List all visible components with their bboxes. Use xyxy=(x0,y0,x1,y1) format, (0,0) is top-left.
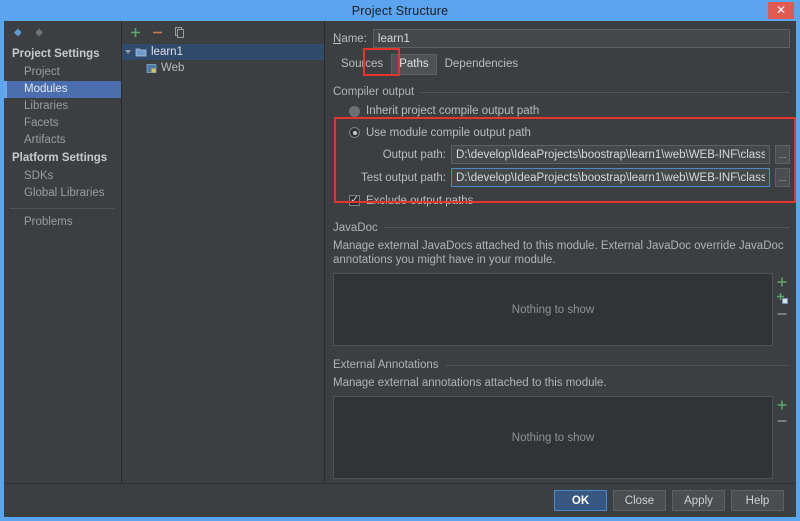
use-module-output-path-label: Use module compile output path xyxy=(366,126,531,139)
test-output-path-label: Test output path: xyxy=(360,171,446,184)
annotations-remove-minus-icon[interactable] xyxy=(776,415,788,427)
window-title: Project Structure xyxy=(351,3,449,18)
compiler-output-title: Compiler output xyxy=(333,86,415,98)
module-tree-panel: learn1 Web xyxy=(122,21,325,483)
external-annotations-description: Manage external annotations attached to … xyxy=(333,377,607,390)
javadoc-empty-text: Nothing to show xyxy=(511,303,595,316)
sidebar-group-platform-settings: Platform Settings xyxy=(12,152,108,164)
ellipsis-icon: ... xyxy=(778,149,787,160)
back-arrow-icon[interactable] xyxy=(10,26,23,39)
apply-button[interactable]: Apply xyxy=(672,490,725,511)
module-name-row: Name: xyxy=(333,29,790,48)
javadoc-remove-minus-icon[interactable] xyxy=(776,308,788,320)
dialog-button-bar: OK Close Apply Help xyxy=(4,483,796,517)
module-name-input[interactable] xyxy=(372,29,790,48)
inherit-radio-icon[interactable] xyxy=(349,105,360,117)
minus-icon[interactable] xyxy=(151,26,164,39)
help-button[interactable]: Help xyxy=(731,490,784,511)
tree-node-label: Web xyxy=(161,62,185,74)
test-output-path-row: Test output path: ... xyxy=(349,168,790,188)
external-annotations-list-area: Nothing to show xyxy=(333,396,790,479)
external-annotations-list[interactable]: Nothing to show xyxy=(333,396,773,479)
main-area: Project Settings Project Modules Librari… xyxy=(4,21,796,483)
exclude-output-paths-label: Exclude output paths xyxy=(366,194,474,207)
external-annotations-list-buttons xyxy=(773,396,790,479)
tab-paths[interactable]: Paths xyxy=(391,54,437,75)
plus-icon[interactable] xyxy=(129,26,142,39)
tree-node-label: learn1 xyxy=(151,46,183,58)
sidebar-item-modules[interactable]: Modules xyxy=(4,81,121,98)
javadoc-description: Manage external JavaDocs attached to thi… xyxy=(333,239,784,266)
navigation-arrows xyxy=(4,21,121,43)
inherit-output-path-option[interactable]: Inherit project compile output path xyxy=(333,103,790,120)
exclude-output-paths-option[interactable]: Exclude output paths xyxy=(349,192,790,210)
dialog-body: Project Settings Project Modules Librari… xyxy=(4,21,796,517)
title-bar: Project Structure ✕ xyxy=(4,0,796,21)
web-facet-icon xyxy=(146,63,157,73)
javadoc-list-buttons xyxy=(773,273,790,346)
exclude-output-paths-checkbox[interactable] xyxy=(349,193,360,207)
module-tree-toolbar xyxy=(122,21,324,43)
output-path-browse-button[interactable]: ... xyxy=(775,145,790,165)
chevron-down-icon[interactable] xyxy=(125,50,131,54)
tab-sources[interactable]: Sources xyxy=(333,54,391,75)
sidebar-item-facets[interactable]: Facets xyxy=(4,115,121,132)
module-folder-icon xyxy=(135,48,147,57)
test-output-path-input[interactable] xyxy=(451,168,770,188)
settings-sidebar: Project Settings Project Modules Librari… xyxy=(4,21,122,483)
output-path-input[interactable] xyxy=(451,145,770,165)
javadoc-list-area: Nothing to show xyxy=(333,272,790,347)
tab-dependencies[interactable]: Dependencies xyxy=(437,54,527,75)
annotations-add-plus-icon[interactable] xyxy=(776,399,788,411)
javadoc-add-plus-icon[interactable] xyxy=(776,276,788,288)
javadoc-section-header: JavaDoc xyxy=(333,222,790,234)
sidebar-item-libraries[interactable]: Libraries xyxy=(4,98,121,115)
use-module-radio-icon[interactable] xyxy=(349,127,360,139)
sidebar-divider xyxy=(10,208,115,209)
sidebar-item-project[interactable]: Project xyxy=(4,64,121,81)
section-divider xyxy=(420,91,790,93)
module-tree: learn1 Web xyxy=(122,43,324,483)
sidebar-group-project-settings: Project Settings xyxy=(12,48,100,60)
javadoc-add-file-icon[interactable] xyxy=(776,292,788,304)
section-divider xyxy=(444,364,790,366)
module-name-label: Name: xyxy=(333,32,367,45)
copy-icon[interactable] xyxy=(173,26,186,39)
tree-node-web[interactable]: Web xyxy=(122,60,324,76)
sidebar-list: Project Settings Project Modules Librari… xyxy=(4,43,121,231)
external-annotations-section-header: External Annotations xyxy=(333,359,790,371)
close-window-button[interactable]: ✕ xyxy=(768,2,794,19)
inherit-output-path-label: Inherit project compile output path xyxy=(366,105,540,118)
sidebar-item-artifacts[interactable]: Artifacts xyxy=(4,132,121,149)
sidebar-item-sdks[interactable]: SDKs xyxy=(4,168,121,185)
close-icon: ✕ xyxy=(775,3,787,17)
compiler-output-section-header: Compiler output xyxy=(333,86,790,98)
sidebar-item-problems[interactable]: Problems xyxy=(4,214,121,231)
use-module-output-path-option[interactable]: Use module compile output path xyxy=(349,124,790,142)
ellipsis-icon: ... xyxy=(778,172,787,183)
module-detail-pane: Name: Sources Paths Dependencies Compile… xyxy=(325,21,796,483)
project-structure-window: Project Structure ✕ Project Settings Pro… xyxy=(0,0,800,521)
javadoc-title: JavaDoc xyxy=(333,221,378,234)
ok-button[interactable]: OK xyxy=(554,490,607,511)
external-annotations-empty-text: Nothing to show xyxy=(511,431,595,444)
sidebar-item-global-libraries[interactable]: Global Libraries xyxy=(4,185,121,202)
use-module-output-group: Use module compile output path Output pa… xyxy=(333,120,790,210)
output-path-row: Output path: ... xyxy=(349,145,790,165)
detail-tabs: Sources Paths Dependencies xyxy=(333,54,790,75)
test-output-path-browse-button[interactable]: ... xyxy=(775,168,790,188)
output-path-label: Output path: xyxy=(382,148,446,161)
section-divider xyxy=(383,227,790,229)
external-annotations-title: External Annotations xyxy=(333,359,439,372)
forward-arrow-icon[interactable] xyxy=(34,26,47,39)
javadoc-list[interactable]: Nothing to show xyxy=(333,272,773,347)
close-button[interactable]: Close xyxy=(613,490,666,511)
tree-node-learn1[interactable]: learn1 xyxy=(122,44,324,60)
